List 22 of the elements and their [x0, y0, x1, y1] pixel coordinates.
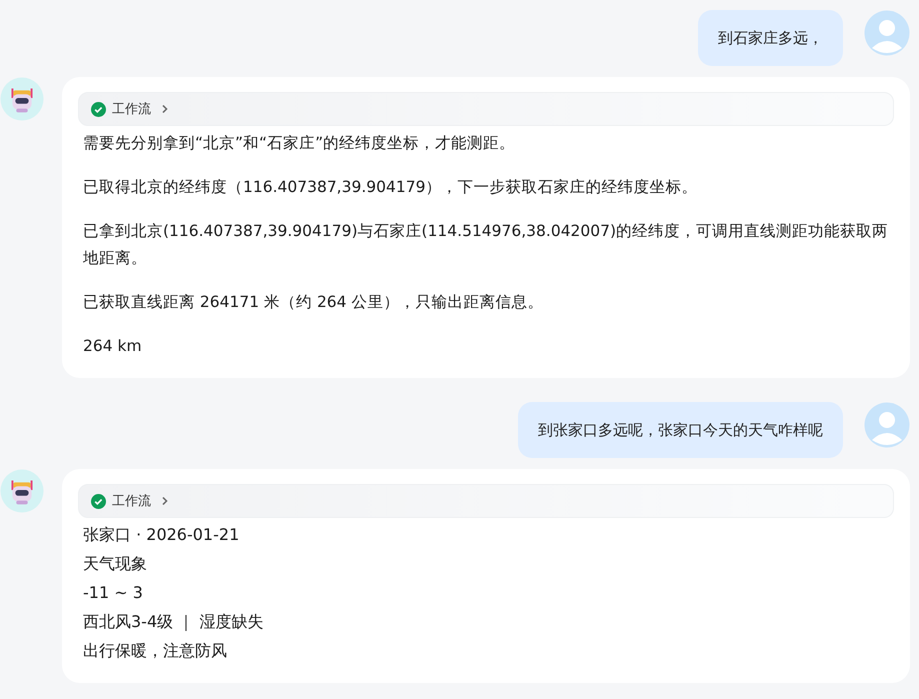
- message-paragraph: 264 km: [82, 336, 143, 357]
- message-line: 天气现象: [82, 553, 148, 575]
- check-icon: [91, 102, 106, 116]
- message-paragraph: 已拿到北京(116.407387,39.904179)与石家庄(114.514976,38.042007)的经纬度，可调用直线测距功能获取两地距离。: [82, 221, 890, 269]
- chevron-right-icon: [160, 496, 170, 506]
- robot-avatar-icon: [0, 77, 44, 121]
- message-paragraph: 需要先分别拿到“北京”和“石家庄”的经纬度坐标，才能测距。: [82, 133, 516, 154]
- message-line: 张家口 · 2026-01-21: [82, 524, 240, 546]
- chevron-right-icon: [160, 104, 170, 114]
- workflow-chip[interactable]: 工作流: [78, 484, 894, 518]
- message-line: 西北风3-4级 ｜ 湿度缺失: [82, 611, 264, 633]
- message-line: -11 ~ 3: [82, 582, 144, 604]
- workflow-chip[interactable]: 工作流: [78, 92, 894, 126]
- user-message: 到石家庄多远，: [698, 10, 843, 66]
- message-paragraph: 已取得北京的经纬度（116.407387,39.904179），下一步获取石家庄的经纬度坐标。: [82, 177, 698, 198]
- message-line: 出行保暖，注意防风: [82, 640, 228, 662]
- message-paragraph: 已获取直线距离 264171 米（约 264 公里），只输出距离信息。: [82, 292, 544, 313]
- user-avatar-icon: [864, 10, 910, 56]
- user-avatar-icon: [864, 402, 910, 448]
- check-icon: [91, 494, 106, 508]
- user-message: 到张家口多远呢，张家口今天的天气咋样呢: [518, 402, 843, 458]
- robot-avatar-icon: [0, 469, 44, 513]
